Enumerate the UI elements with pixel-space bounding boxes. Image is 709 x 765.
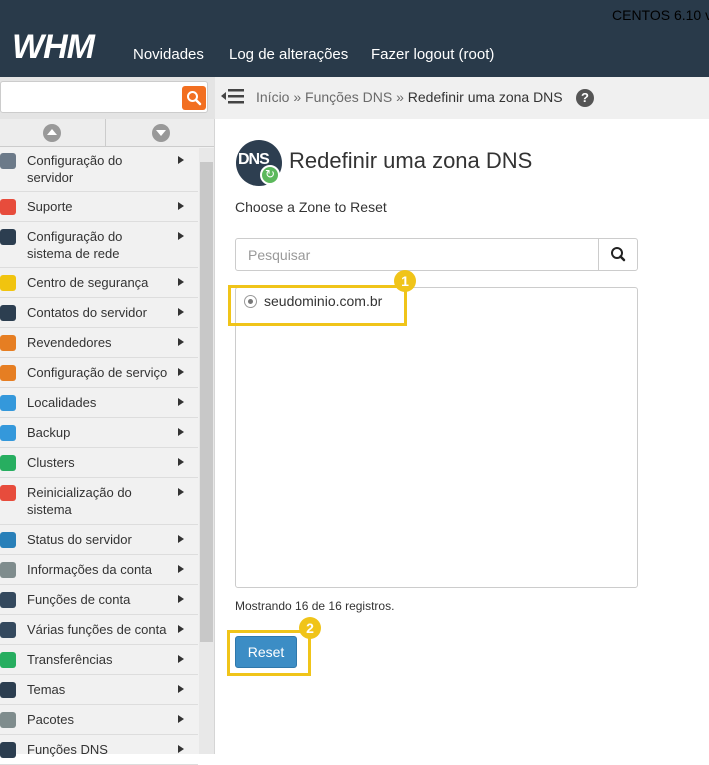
sidebar-item-label: Várias funções de conta [27,622,167,637]
chevron-right-icon[interactable] [178,202,184,210]
sidebar-item-label: Configuração do servidor [27,153,123,185]
resellers-icon [0,335,16,351]
highlight-box-zone [228,285,407,326]
account-functions-icon [0,592,16,608]
search-icon [187,91,202,106]
multi-account-icon [0,622,16,638]
chevron-right-icon[interactable] [178,685,184,693]
breadcrumb-dns-functions[interactable]: Funções DNS [305,89,392,105]
themes-icon [0,682,16,698]
breadcrumb-separator: » [396,89,404,105]
sidebar-item-label: Revendedores [27,335,112,350]
sidebar-item-label: Contatos do servidor [27,305,147,320]
sidebar-item-label: Configuração de serviço [27,365,168,380]
chevron-right-icon[interactable] [178,565,184,573]
sidebar-item-label: Funções DNS [27,742,108,757]
sidebar-item-label: Informações da conta [27,562,153,577]
chevron-right-icon[interactable] [178,338,184,346]
zone-search-input[interactable] [235,238,599,271]
chevron-right-icon[interactable] [178,428,184,436]
chevron-right-icon[interactable] [178,232,184,240]
divider [105,119,106,147]
scroll-up-icon[interactable] [43,124,61,142]
whm-logo[interactable]: WHM [12,28,95,67]
sidebar-item-label: Suporte [27,199,73,214]
service-config-icon [0,365,16,381]
network-icon [0,229,16,245]
sidebar-item-label: Transferências [27,652,113,667]
highlight-box-reset [227,630,311,676]
chevron-right-icon[interactable] [178,625,184,633]
nav-logout[interactable]: Fazer logout (root) [371,46,494,63]
chevron-right-icon[interactable] [178,156,184,164]
sidebar-item-label: Configuração do sistema de rede [27,229,123,261]
chevron-right-icon[interactable] [178,745,184,753]
locales-icon [0,395,16,411]
chevron-right-icon[interactable] [178,308,184,316]
chevron-right-icon[interactable] [178,715,184,723]
lock-icon [0,275,16,291]
chevron-right-icon[interactable] [178,398,184,406]
os-version: CENTOS 6.10 v [612,7,709,23]
chevron-right-icon[interactable] [178,458,184,466]
sidebar-item-label: Funções de conta [27,592,131,607]
sidebar-scroll-buttons [0,119,214,147]
packages-icon [0,712,16,728]
sidebar-item-label: Status do servidor [27,532,132,547]
sidebar-item-label: Pacotes [27,712,74,727]
sidebar-search-input[interactable] [0,81,208,113]
step-marker: 2 [299,617,321,639]
status-icon [0,532,16,548]
chevron-right-icon[interactable] [178,368,184,376]
zone-search-button[interactable] [598,238,638,271]
zone-list [235,287,638,588]
breadcrumb: Início » Funções DNS » Redefinir uma zon… [256,89,563,105]
top-bar [0,0,709,77]
chevron-right-icon[interactable] [178,488,184,496]
clusters-icon [0,455,16,471]
breadcrumb-current: Redefinir uma zona DNS [407,89,563,105]
page-subtitle: Choose a Zone to Reset [235,199,387,215]
sidebar-item-label: Clusters [27,455,75,470]
sidebar-scrollbar[interactable] [200,162,213,642]
server-config-icon [0,153,16,169]
nav-news[interactable]: Novidades [133,46,204,63]
chevron-right-icon[interactable] [178,655,184,663]
step-marker: 1 [394,270,416,292]
sidebar-search-button[interactable] [182,86,206,110]
backup-icon [0,425,16,441]
chevron-right-icon[interactable] [178,278,184,286]
sidebar-item-label: Localidades [27,395,97,410]
breadcrumb-home[interactable]: Início [256,89,289,105]
power-icon [0,485,16,501]
sidebar-toggle-icon[interactable] [221,87,245,112]
help-icon[interactable]: ? [576,89,594,107]
support-icon [0,199,16,215]
chevron-right-icon[interactable] [178,535,184,543]
sidebar-item-label: Backup [27,425,71,440]
sidebar-item-label: Temas [27,682,66,697]
scroll-down-icon[interactable] [152,124,170,142]
breadcrumb-separator: » [293,89,302,105]
page-title: Redefinir uma zona DNS [289,148,533,173]
sidebar-item-label: Centro de segurança [27,275,149,290]
transfers-icon [0,652,16,668]
reset-badge-icon: ↻ [260,165,280,185]
search-icon [611,247,626,262]
account-info-icon [0,562,16,578]
chevron-right-icon[interactable] [178,595,184,603]
sidebar-item-label: Reinicialização do sistema [27,485,132,517]
dns-icon [0,742,16,758]
nav-changelog[interactable]: Log de alterações [229,46,348,63]
records-count: Mostrando 16 de 16 registros. [235,599,395,613]
contacts-icon [0,305,16,321]
